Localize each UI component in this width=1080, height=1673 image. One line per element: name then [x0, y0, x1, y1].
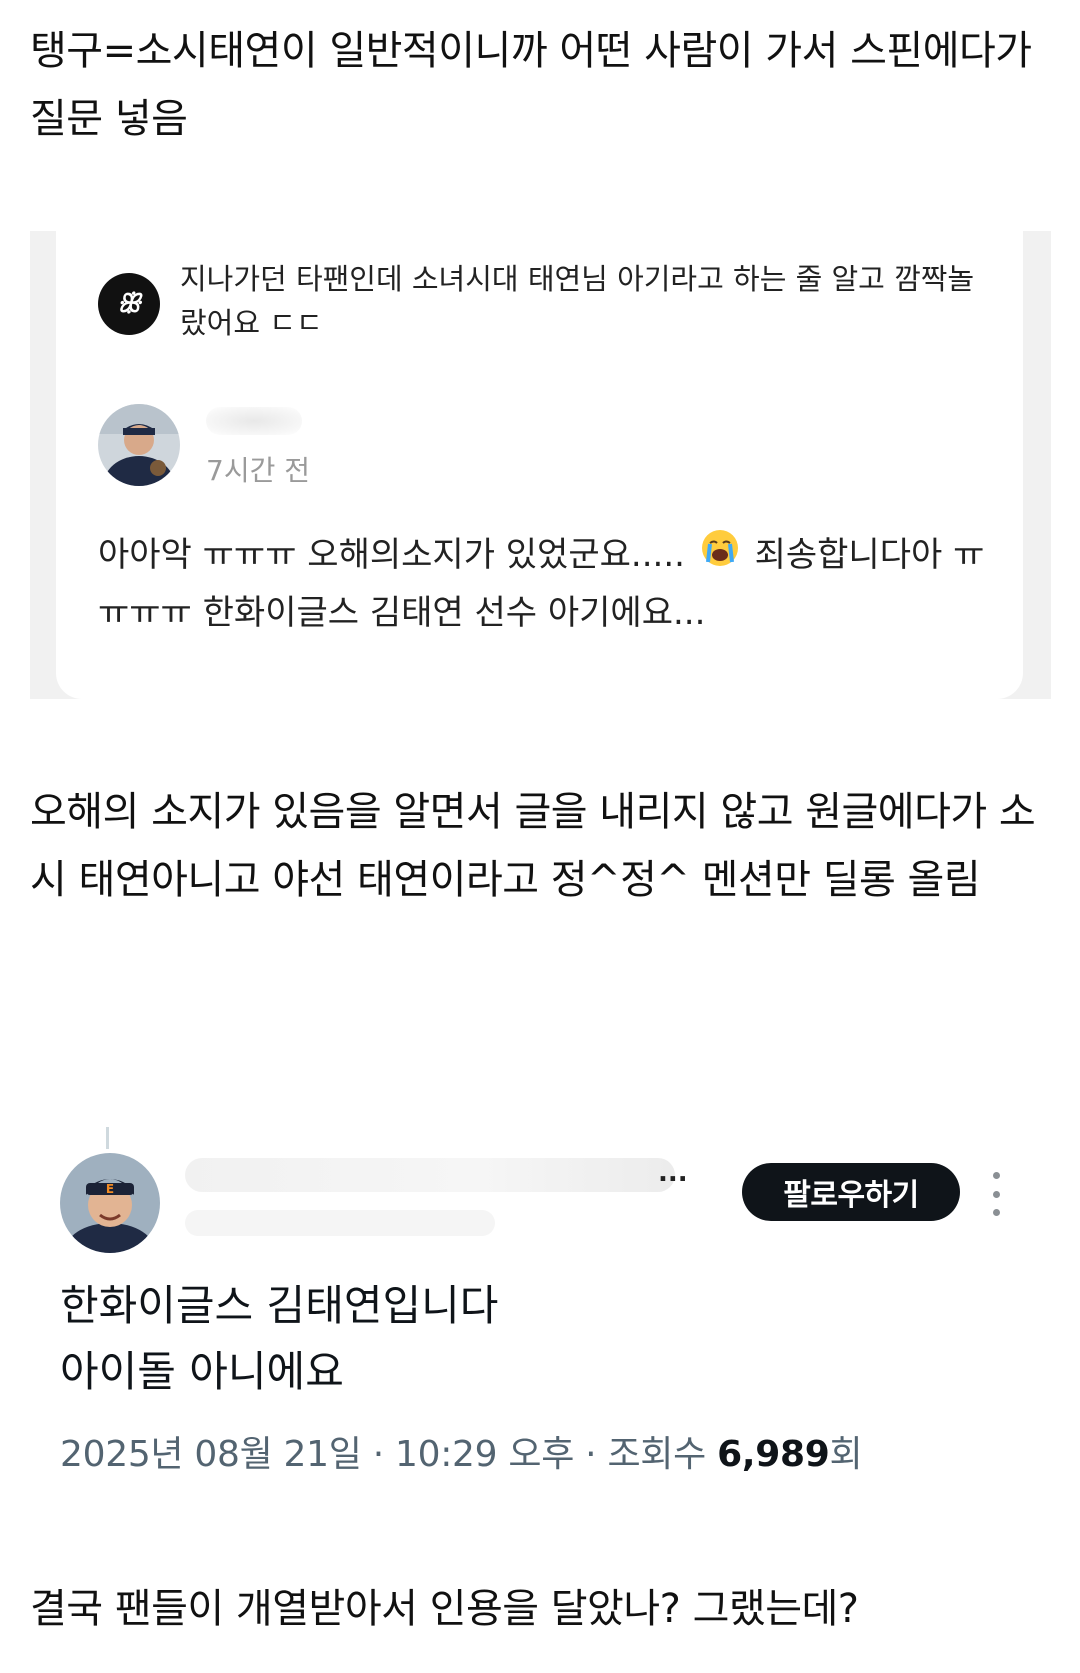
answer-author-name-redacted	[206, 407, 302, 435]
tweet-date-time: 2025년 08월 21일 · 10:29 오후 · 조회수	[60, 1434, 718, 1475]
spin-logo-icon: ꕥ	[98, 273, 160, 335]
tweet-author-name-redacted	[185, 1158, 675, 1192]
thread-connector-line	[106, 1127, 109, 1149]
tweet-author-name-suffix: ...	[658, 1158, 688, 1188]
answer-text-part1: 아아악 ㅠㅠㅠ 오해의소지가 있었군요.....	[98, 535, 685, 575]
qa-card: ꕥ 지나가던 타팬인데 소녀시대 태연님 아기라고 하는 줄 알고 깜짝놀랐어요…	[56, 231, 1023, 699]
intro-paragraph: 탱구=소시태연이 일반적이니까 어떤 사람이 가서 스핀에다가 질문 넣음	[30, 28, 1032, 142]
tweet-meta: 2025년 08월 21일 · 10:29 오후 · 조회수 6,989회	[60, 1425, 863, 1477]
tweet-author-handle-redacted	[185, 1210, 495, 1236]
tweet-view-suffix: 회	[829, 1434, 863, 1475]
question-text: 지나가던 타팬인데 소녀시대 태연님 아기라고 하는 줄 알고 깜짝놀랐어요 ㄷ…	[180, 262, 975, 340]
middle-paragraph: 오해의 소지가 있음을 알면서 글을 내리지 않고 원글에다가 소시 태연아니고…	[30, 789, 1036, 903]
closing-paragraph: 결국 팬들이 개열받아서 인용을 달았나? 그랬는데?	[30, 1586, 859, 1632]
answer-text: 아아악 ㅠㅠㅠ 오해의소지가 있었군요..... 죄송합니다아 ㅠㅠㅠㅠ 한화이…	[98, 527, 998, 641]
answer-avatar[interactable]	[98, 404, 180, 486]
tweet-line-2: 아이돌 아니에요	[60, 1347, 344, 1396]
tweet-line-1: 한화이글스 김태연입니다	[60, 1281, 499, 1330]
tweet-avatar[interactable]: E	[60, 1153, 160, 1253]
loudly-crying-face-icon	[700, 528, 740, 585]
more-vertical-icon[interactable]	[984, 1172, 1008, 1216]
answer-time: 7시간 전	[206, 454, 310, 487]
svg-text:E: E	[106, 1182, 114, 1196]
tweet-view-count: 6,989	[717, 1434, 830, 1475]
follow-button[interactable]: 팔로우하기	[742, 1163, 960, 1221]
tweet-text: 한화이글스 김태연입니다 아이돌 아니에요	[60, 1273, 960, 1405]
